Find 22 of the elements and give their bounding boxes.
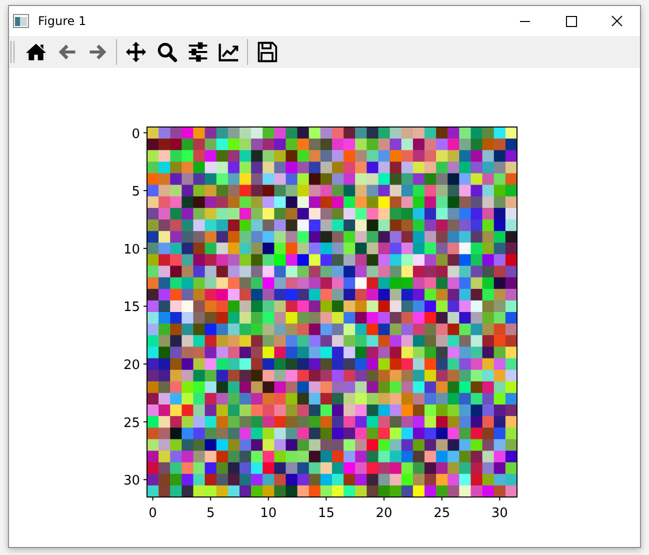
home-icon [24,41,46,63]
tick-label: 10 [260,506,277,521]
tick-label: 5 [206,506,215,521]
figure-app-icon [13,14,29,28]
tick-label: 0 [148,506,157,521]
window-title: Figure 1 [38,14,86,28]
tick-label: 30 [491,506,508,521]
line-chart-icon [218,41,240,63]
tick-label: 0 [132,126,140,142]
tick-label: 20 [376,506,392,521]
toolbar-grip-icon [10,40,15,64]
search-icon [156,41,178,63]
tick-label: 25 [434,506,450,521]
sliders-icon [186,41,208,63]
tick-label: 15 [318,506,334,521]
move-arrows-icon [124,41,146,63]
tick-label: 10 [123,242,140,258]
tick-label: 20 [123,358,140,374]
tick-label: 25 [123,416,140,431]
tick-label: 5 [132,184,140,200]
tick-label: 15 [123,300,140,316]
tick-label: 30 [123,474,140,489]
